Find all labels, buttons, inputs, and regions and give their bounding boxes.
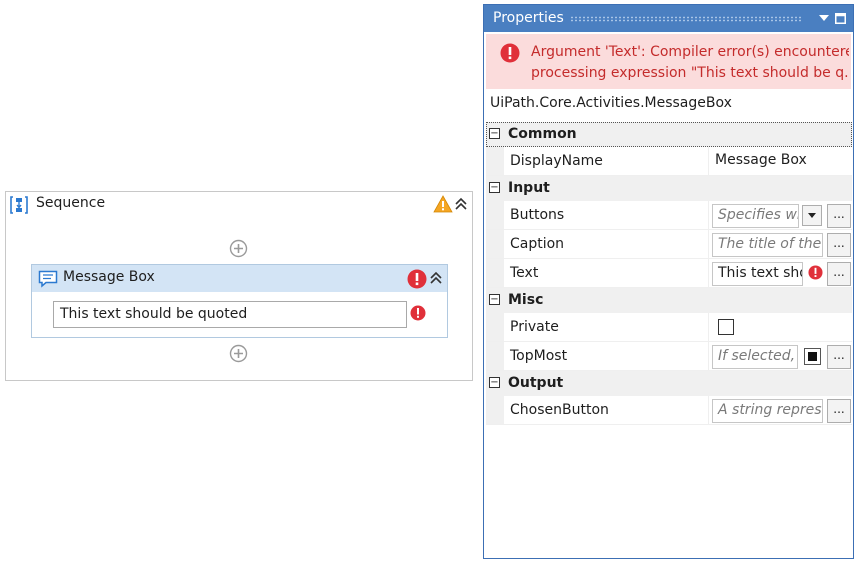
category-output[interactable]: − Output [486, 371, 852, 396]
buttons-input[interactable]: Specifies wh [712, 204, 799, 228]
property-name: Private [510, 319, 559, 335]
message-box-title: Message Box [63, 269, 155, 285]
sequence-icon [9, 195, 29, 215]
text-input[interactable]: This text sho [712, 262, 803, 286]
property-name: Buttons [510, 207, 565, 223]
category-label: Output [508, 375, 564, 391]
category-misc[interactable]: − Misc [486, 288, 852, 313]
collapse-toggle[interactable]: − [489, 377, 500, 388]
property-grid: − Common DisplayName Message Box − Input… [486, 122, 852, 425]
plus-circle-icon[interactable] [229, 239, 248, 258]
buttons-dropdown[interactable] [802, 205, 822, 226]
property-row-topmost[interactable]: TopMost If selected, t ... [486, 342, 852, 371]
category-common[interactable]: − Common [486, 122, 852, 147]
private-checkbox[interactable] [718, 319, 734, 335]
error-message: Argument 'Text': Compiler error(s) encou… [531, 42, 849, 84]
error-icon [500, 43, 520, 63]
property-name: TopMost [510, 348, 568, 364]
property-name: ChosenButton [510, 402, 609, 418]
category-label: Misc [508, 292, 544, 308]
category-input[interactable]: − Input [486, 176, 852, 201]
sequence-header[interactable]: Sequence [6, 192, 472, 218]
ellipsis-button[interactable]: ... [827, 262, 851, 286]
sequence-activity[interactable]: Sequence Message Box This text should be… [5, 191, 473, 381]
ellipsis-button[interactable]: ... [827, 399, 851, 423]
chosenbutton-input[interactable]: A string represe [712, 399, 823, 423]
collapse-toggle[interactable]: − [489, 182, 500, 193]
error-icon[interactable] [407, 269, 427, 289]
displayname-value[interactable]: Message Box [715, 152, 807, 168]
chevron-down-icon [808, 213, 816, 218]
property-name: DisplayName [510, 153, 603, 169]
properties-titlebar[interactable]: Properties [484, 5, 853, 32]
property-row-caption[interactable]: Caption The title of the ... [486, 230, 852, 259]
collapse-toggle[interactable]: − [489, 128, 500, 139]
panel-title: Properties [493, 10, 564, 26]
category-label: Common [508, 126, 577, 142]
topmost-toggle[interactable] [804, 348, 821, 365]
property-row-text[interactable]: Text This text sho ... [486, 259, 852, 288]
plus-circle-icon[interactable] [229, 344, 248, 363]
warning-icon[interactable] [433, 195, 453, 213]
ellipsis-button[interactable]: ... [827, 345, 851, 369]
message-text-input[interactable]: This text should be quoted [53, 301, 407, 328]
caption-input[interactable]: The title of the [712, 233, 823, 257]
chevron-down-icon[interactable] [819, 15, 829, 22]
drag-grip[interactable] [570, 16, 803, 22]
error-line-1: Argument 'Text': Compiler error(s) encou… [531, 44, 849, 60]
error-line-2: processing expression "This text should … [531, 65, 849, 81]
message-box-activity[interactable]: Message Box This text should be quoted [31, 264, 448, 338]
property-name: Text [510, 265, 539, 281]
error-icon[interactable] [410, 305, 426, 321]
ellipsis-button[interactable]: ... [827, 233, 851, 257]
ellipsis-button[interactable]: ... [827, 204, 851, 228]
collapse-toggle[interactable]: − [489, 294, 500, 305]
error-banner: Argument 'Text': Compiler error(s) encou… [486, 34, 851, 89]
property-row-buttons[interactable]: Buttons Specifies wh ... [486, 201, 852, 230]
topmost-input[interactable]: If selected, t [712, 345, 798, 369]
category-label: Input [508, 180, 550, 196]
message-box-icon [38, 270, 58, 288]
double-chevron-up-icon[interactable] [454, 197, 468, 211]
properties-panel: Properties Argument 'Text': Compiler err… [483, 4, 854, 559]
property-row-private[interactable]: Private [486, 313, 852, 342]
property-row-chosenbutton[interactable]: ChosenButton A string represe ... [486, 396, 852, 425]
error-icon[interactable] [808, 265, 823, 280]
property-row-displayname[interactable]: DisplayName Message Box [486, 147, 852, 176]
sequence-title: Sequence [36, 195, 106, 211]
message-box-header[interactable]: Message Box [32, 265, 447, 292]
maximize-icon[interactable] [835, 13, 846, 24]
activity-type-name: UiPath.Core.Activities.MessageBox [490, 95, 732, 111]
property-name: Caption [510, 236, 565, 252]
double-chevron-up-icon[interactable] [429, 271, 443, 285]
